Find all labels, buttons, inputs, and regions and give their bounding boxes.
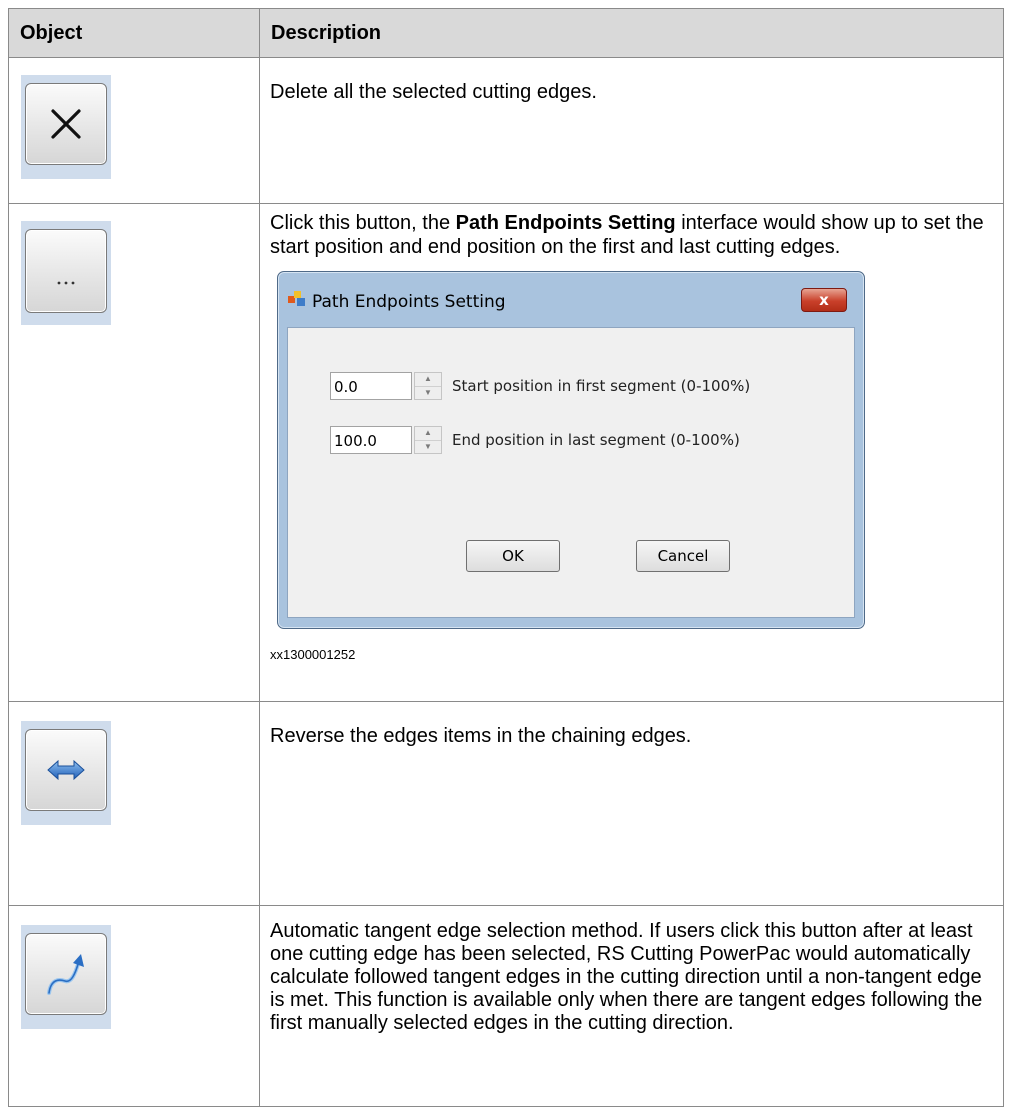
spin-up-icon[interactable]: ▲ xyxy=(415,427,441,440)
header-object: Object xyxy=(8,8,260,58)
table-header-row: Object Description xyxy=(8,8,1004,58)
delete-x-icon xyxy=(51,109,81,139)
reverse-arrows-icon xyxy=(47,759,85,781)
description-cell: Reverse the edges items in the chaining … xyxy=(259,701,1004,906)
spin-down-icon[interactable]: ▼ xyxy=(415,439,441,454)
header-description: Description xyxy=(259,8,1004,58)
start-position-spinner[interactable]: ▲ ▼ xyxy=(414,372,442,400)
spin-up-icon[interactable]: ▲ xyxy=(415,373,441,386)
icon-background xyxy=(21,925,111,1029)
app-icon xyxy=(288,290,306,314)
table-row: Click this button, the Path Endpoints Se… xyxy=(8,203,1004,702)
dialog-body: 0.0 ▲ ▼ Start position in first segment … xyxy=(287,327,855,618)
table-row: Automatic tangent edge selection method.… xyxy=(8,905,1004,1107)
description-text: Click this button, the Path Endpoints Se… xyxy=(270,211,993,259)
path-endpoints-dialog: Path Endpoints Setting x 0.0 ▲ ▼ Start p… xyxy=(277,271,865,629)
end-position-label: End position in last segment (0-100%) xyxy=(452,431,740,449)
description-cell: Delete all the selected cutting edges. xyxy=(259,57,1004,204)
description-text: Automatic tangent edge selection method.… xyxy=(270,920,983,1034)
description-part: Click this button, the xyxy=(270,212,456,234)
delete-button[interactable] xyxy=(25,83,107,165)
object-cell xyxy=(8,701,260,906)
ok-button[interactable]: OK xyxy=(466,540,560,572)
icon-background xyxy=(21,721,111,825)
dialog-title: Path Endpoints Setting xyxy=(312,292,506,312)
path-endpoints-button[interactable] xyxy=(25,229,107,313)
description-cell: Automatic tangent edge selection method.… xyxy=(259,905,1004,1107)
description-cell: Click this button, the Path Endpoints Se… xyxy=(259,203,1004,702)
dialog-title-bar: Path Endpoints Setting xyxy=(288,288,506,316)
object-cell xyxy=(8,905,260,1107)
start-position-label: Start position in first segment (0-100%) xyxy=(452,377,751,395)
description-bold-term: Path Endpoints Setting xyxy=(455,212,676,234)
start-position-row: 0.0 ▲ ▼ Start position in first segment … xyxy=(330,372,750,400)
close-button[interactable]: x xyxy=(801,288,847,312)
tangent-curve-icon xyxy=(47,954,84,995)
tangent-select-button[interactable] xyxy=(25,933,107,1015)
close-icon: x xyxy=(819,291,829,309)
table-row: Reverse the edges items in the chaining … xyxy=(8,701,1004,906)
start-position-input[interactable]: 0.0 xyxy=(330,372,412,400)
icon-background xyxy=(21,221,111,325)
table-row: Delete all the selected cutting edges. xyxy=(8,57,1004,204)
ellipsis-icon xyxy=(57,281,75,285)
end-position-spinner[interactable]: ▲ ▼ xyxy=(414,426,442,454)
description-text: Reverse the edges items in the chaining … xyxy=(270,725,692,747)
cancel-button[interactable]: Cancel xyxy=(636,540,730,572)
object-cell xyxy=(8,57,260,204)
end-position-input[interactable]: 100.0 xyxy=(330,426,412,454)
description-text: Delete all the selected cutting edges. xyxy=(270,81,597,103)
object-description-table: Object Description Delete all the select… xyxy=(8,8,1004,1107)
icon-background xyxy=(21,75,111,179)
figure-caption: xx1300001252 xyxy=(270,647,356,662)
object-cell xyxy=(8,203,260,702)
reverse-button[interactable] xyxy=(25,729,107,811)
spin-down-icon[interactable]: ▼ xyxy=(415,385,441,400)
end-position-row: 100.0 ▲ ▼ End position in last segment (… xyxy=(330,426,740,454)
